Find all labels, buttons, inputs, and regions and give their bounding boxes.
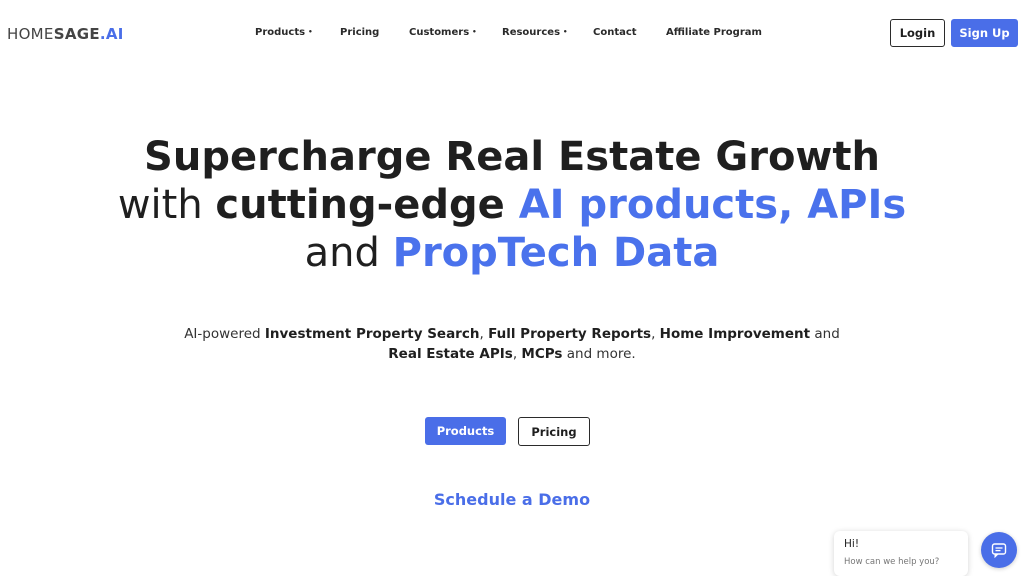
- chat-greeting-bubble[interactable]: Hi! How can we help you?: [834, 531, 968, 576]
- nav-affiliate-label: Affiliate Program: [666, 27, 762, 38]
- chat-icon: [991, 543, 1007, 558]
- sub-investment-property-search: Investment Property Search: [264, 326, 480, 342]
- chat-launcher-button[interactable]: [981, 532, 1017, 568]
- hero-title-line-1: Supercharge Real Estate Growth: [144, 134, 880, 180]
- nav-pricing-label: Pricing: [340, 27, 380, 38]
- nav-affiliate-program[interactable]: Affiliate Program: [666, 27, 762, 38]
- sub-text: and: [810, 326, 840, 342]
- hero-line2-highlight: AI products, APIs: [518, 182, 907, 228]
- nav-resources[interactable]: Resources •: [502, 27, 568, 38]
- nav-contact[interactable]: Contact: [593, 27, 637, 38]
- products-button[interactable]: Products: [425, 417, 506, 445]
- hero-title-line-2: with cutting-edge AI products, APIs: [0, 181, 1024, 229]
- sub-text: AI-powered: [184, 326, 265, 342]
- hero-title-line-3: and PropTech Data: [0, 229, 1024, 277]
- sub-mcps: MCPs: [521, 346, 563, 362]
- sub-text: ,: [479, 326, 489, 342]
- hero-line2-prefix: with: [117, 182, 216, 228]
- nav-products-label: Products: [255, 27, 306, 38]
- sub-home-improvement: Home Improvement: [659, 326, 811, 342]
- schedule-demo-link: Schedule a Demo: [0, 490, 1024, 509]
- sub-real-estate-apis: Real Estate APIs: [388, 346, 513, 362]
- hero-subtitle-line-1: AI-powered Investment Property Search, F…: [0, 324, 1024, 344]
- site-header: HOMESAGE.AI Products • Pricing Customers •…: [0, 0, 1024, 66]
- hero-line2-bold: cutting-edge: [215, 182, 519, 228]
- nav-customers[interactable]: Customers •: [409, 27, 477, 38]
- sub-text: and more.: [562, 346, 636, 362]
- nav-contact-label: Contact: [593, 27, 637, 38]
- nav-pricing[interactable]: Pricing: [340, 27, 379, 38]
- signup-button[interactable]: Sign Up: [951, 19, 1018, 47]
- sub-text: ,: [651, 326, 660, 342]
- nav-customers-label: Customers: [409, 27, 470, 38]
- nav-resources-label: Resources: [502, 27, 561, 38]
- nav-products[interactable]: Products •: [255, 27, 313, 38]
- sub-full-property-reports: Full Property Reports: [488, 326, 652, 342]
- hero-line3-prefix: and: [304, 230, 393, 276]
- hero-subtitle-line-2: Real Estate APIs, MCPs and more.: [0, 344, 1024, 364]
- login-button[interactable]: Login: [890, 19, 945, 47]
- dropdown-dot-icon: •: [563, 28, 568, 36]
- hero-line3-highlight: PropTech Data: [392, 230, 720, 276]
- chat-greeting-text: Hi!: [844, 538, 860, 550]
- schedule-demo-label[interactable]: Schedule a Demo: [434, 490, 590, 509]
- pricing-button[interactable]: Pricing: [518, 417, 590, 446]
- dropdown-dot-icon: •: [472, 28, 477, 36]
- main-nav: Products • Pricing Customers • Resources • …: [0, 27, 1024, 41]
- dropdown-dot-icon: •: [308, 28, 313, 36]
- chat-prompt-text: How can we help you?: [844, 557, 940, 567]
